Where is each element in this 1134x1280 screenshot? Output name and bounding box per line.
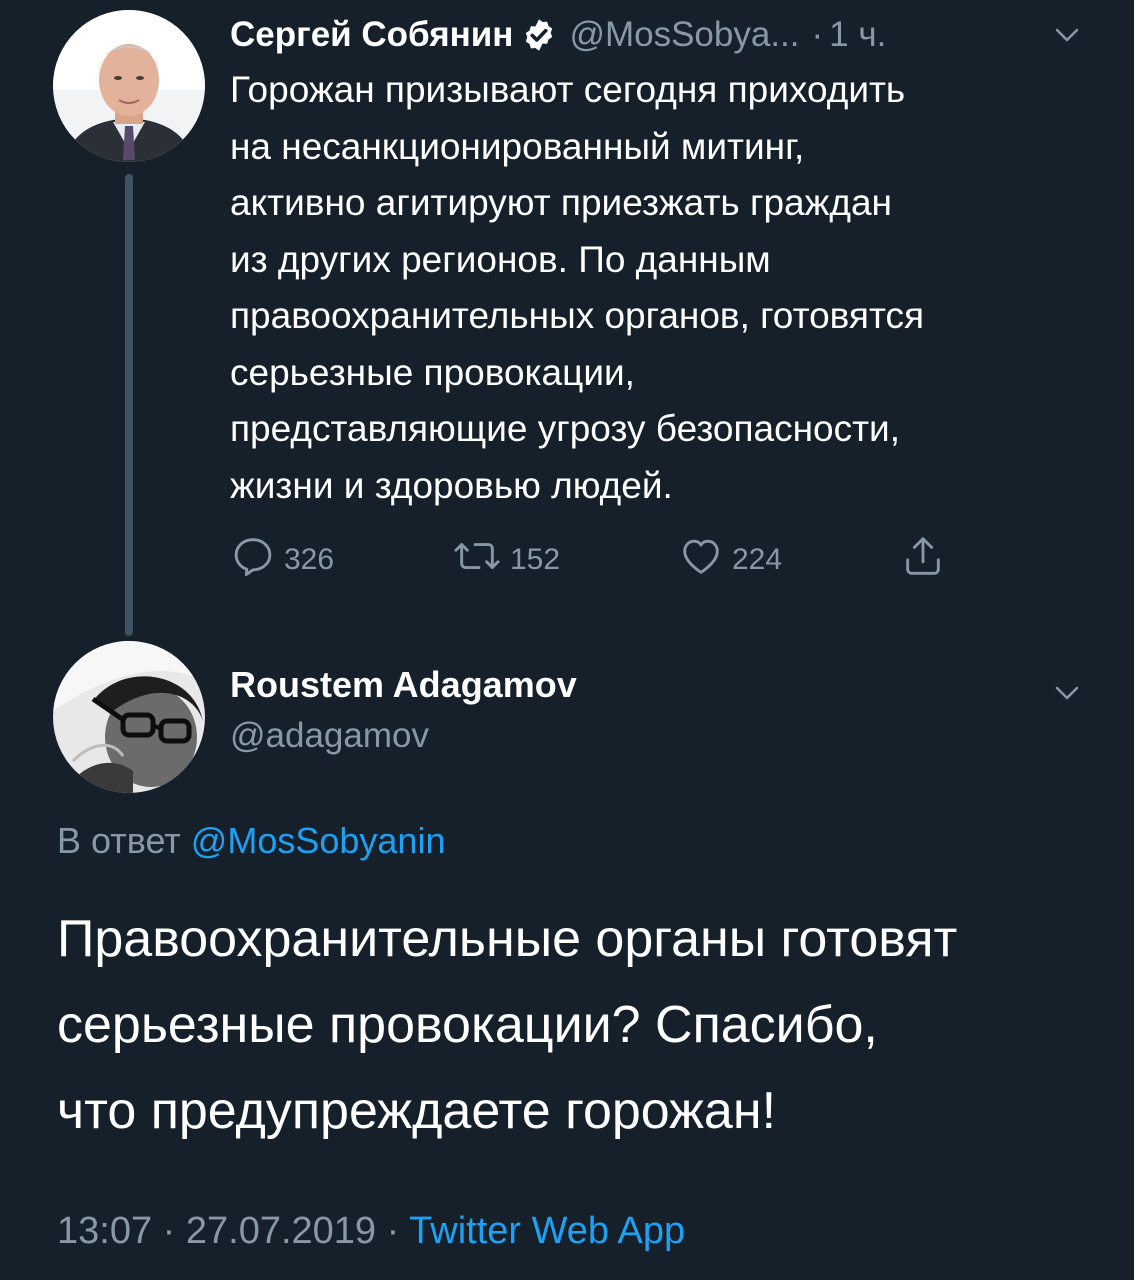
share-button[interactable]	[900, 532, 954, 588]
reply-button[interactable]: 326	[230, 532, 334, 588]
reply-author-handle[interactable]: @adagamov	[230, 716, 429, 756]
tweet-timestamp[interactable]: 13:07	[57, 1210, 152, 1252]
like-icon	[678, 533, 732, 587]
reply-tweet-text: Правоохранительные органы готовят серьез…	[57, 910, 958, 1140]
reply-icon	[230, 533, 284, 587]
thread-connector-line	[125, 174, 133, 636]
reply-count: 326	[284, 543, 335, 576]
tweet-source-link[interactable]: Twitter Web App	[409, 1210, 685, 1252]
reply-author-name[interactable]: Roustem Adagamov	[230, 664, 577, 706]
parent-tweet-text: Горожан призывают сегодня приходить на н…	[230, 69, 925, 506]
parent-tweet-header: Сергей Собянин @MosSobya... · 1 ч.	[230, 10, 886, 60]
replying-to-link[interactable]: @MosSobyanin	[191, 820, 446, 861]
author-name[interactable]: Сергей Собянин	[230, 15, 513, 55]
tweet-actions: 326 152 224	[230, 532, 970, 588]
retweet-button[interactable]: 152	[452, 532, 560, 588]
like-button[interactable]: 224	[678, 532, 782, 588]
author-handle[interactable]: @MosSobya...	[569, 15, 799, 55]
retweet-icon	[452, 533, 510, 587]
chevron-down-icon[interactable]	[1052, 20, 1082, 55]
verified-icon	[521, 17, 557, 53]
retweet-count: 152	[510, 543, 561, 576]
reply-chevron-down-icon[interactable]	[1052, 678, 1082, 713]
share-icon	[900, 533, 954, 587]
avatar-sobyanin[interactable]	[53, 10, 205, 162]
meta-separator: ·	[162, 1210, 176, 1252]
header-separator: ·	[811, 15, 824, 54]
meta-separator: ·	[386, 1210, 400, 1252]
replying-to: В ответ @MosSobyanin	[57, 820, 445, 862]
replying-prefix: В ответ	[57, 820, 181, 861]
tweet-date[interactable]: 27.07.2019	[186, 1210, 376, 1252]
tweet-meta: 13:07 · 27.07.2019 · Twitter Web App	[57, 1210, 685, 1253]
like-count: 224	[732, 543, 783, 576]
avatar-adagamov[interactable]	[53, 641, 205, 793]
tweet-time[interactable]: 1 ч.	[829, 15, 886, 55]
